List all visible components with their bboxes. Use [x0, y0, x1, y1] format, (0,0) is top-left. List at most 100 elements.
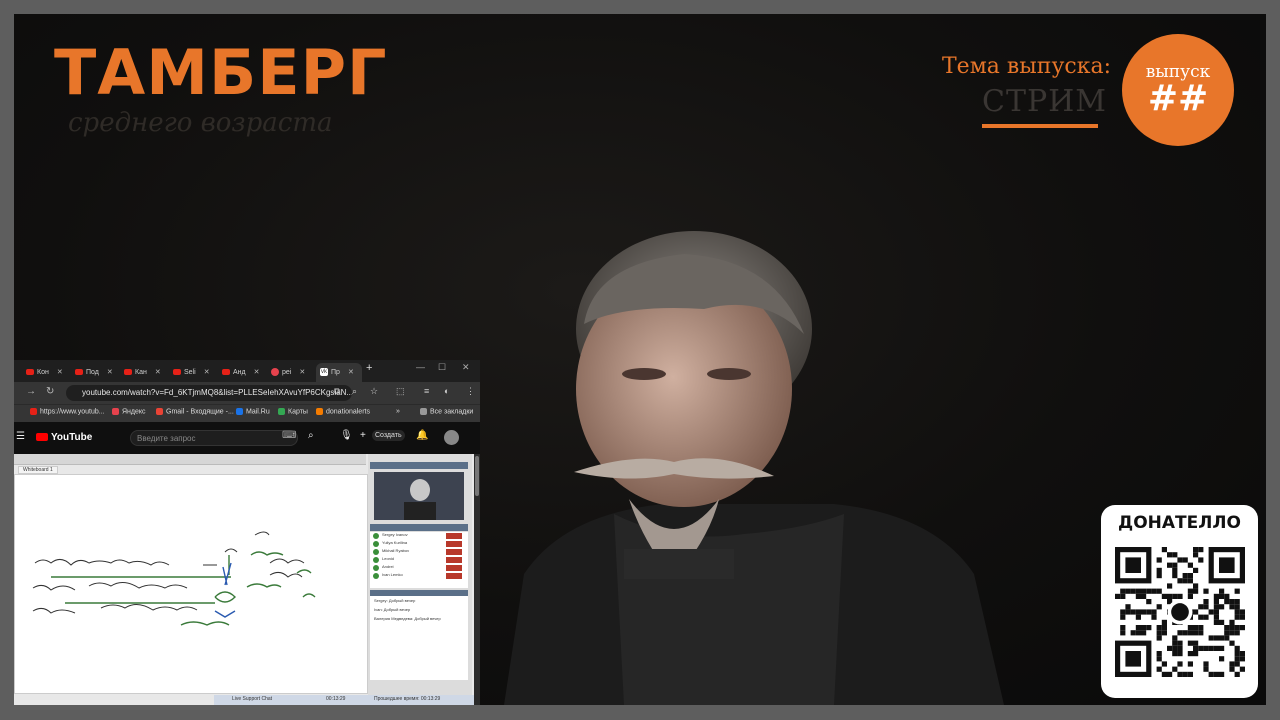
tab-4[interactable]: Seli ✕: [169, 363, 215, 382]
webinar-video-thumbnail: [374, 472, 464, 520]
user-controls-icon[interactable]: [446, 549, 462, 555]
bookmark-mailru[interactable]: Mail.Ru: [236, 408, 270, 415]
reload-icon[interactable]: ↻: [46, 386, 54, 397]
search-icon[interactable]: ⌕: [308, 430, 314, 441]
bookmark-label: Яндекс: [122, 408, 146, 416]
more-bookmarks-icon[interactable]: »: [396, 408, 400, 415]
yandex-icon: [271, 368, 279, 377]
user-controls-icon[interactable]: [446, 573, 462, 579]
list-item[interactable]: Ivan Lemko: [370, 572, 468, 580]
youtube-search-input[interactable]: Введите запрос: [130, 430, 298, 446]
browser-window: Кон ✕ Под ✕ Кан ✕ Seli ✕ Анд ✕ pei ✕ vk Пр ✕ + —…: [14, 360, 480, 705]
user-controls-icon[interactable]: [446, 557, 462, 563]
webinar-status-bar: Live Support Chat 00:13:29 Прошедшее вре…: [214, 695, 480, 705]
keyboard-icon[interactable]: ⌨: [282, 430, 296, 441]
user-name: Sergey Ivanov: [382, 532, 408, 537]
tab-label: Кон: [37, 369, 49, 376]
youtube-icon: [173, 369, 181, 376]
forward-icon[interactable]: →: [26, 386, 36, 397]
list-item[interactable]: Sergey Ivanov: [370, 532, 468, 540]
tab-7-active[interactable]: vk Пр ✕: [316, 363, 362, 382]
plus-icon[interactable]: +: [360, 430, 366, 441]
bookmark-maps[interactable]: Карты: [278, 408, 308, 415]
tab-2[interactable]: Под ✕: [71, 363, 117, 382]
brand-subtitle: среднего возраста: [68, 108, 333, 138]
bookmarks-bar: https://www.youtub... Яндекс Gmail - Вхо…: [14, 404, 480, 423]
notifications-icon[interactable]: 🔔: [416, 430, 428, 441]
bookmark-gmail[interactable]: Gmail - Входящие -...: [156, 408, 234, 415]
list-item[interactable]: Yuliya Kurilina: [370, 540, 468, 548]
media-icon[interactable]: ≡: [424, 386, 429, 396]
folder-icon: [420, 408, 427, 415]
donate-qr-code[interactable]: [1115, 547, 1245, 677]
bookmark-label: donationalerts: [326, 408, 370, 416]
close-icon[interactable]: ✕: [57, 369, 63, 376]
close-icon[interactable]: ✕: [204, 369, 210, 376]
user-controls-icon[interactable]: [446, 533, 462, 539]
close-icon[interactable]: ✕: [348, 369, 354, 376]
bookmark-label: Gmail - Входящие -...: [166, 408, 234, 416]
youtube-icon: [36, 433, 48, 442]
extensions-icon[interactable]: ⬚: [396, 386, 405, 397]
profile-icon[interactable]: ◐: [444, 386, 449, 396]
user-controls-icon[interactable]: [446, 541, 462, 547]
support-chat-link[interactable]: Live Support Chat: [232, 696, 272, 702]
url-field[interactable]: youtube.com/watch?v=Fd_6KTjmMQ8&list=PLL…: [66, 385, 352, 401]
user-controls-icon[interactable]: [446, 565, 462, 571]
bookmark-donationalerts[interactable]: donationalerts: [316, 408, 370, 415]
user-name: Andrei: [382, 564, 394, 569]
donate-card: ДОНАТЕЛЛО: [1101, 505, 1258, 698]
stream-canvas: ТАМБЕРГ среднего возраста Тема выпуска: …: [14, 14, 1266, 705]
maximize-icon[interactable]: ☐: [438, 362, 446, 373]
list-item[interactable]: Mikhail Ryabov: [370, 548, 468, 556]
attendee-list: Sergey Ivanov Yuliya Kurilina Mikhail Ry…: [370, 532, 468, 588]
list-item[interactable]: Leonid: [370, 556, 468, 564]
list-item[interactable]: Andrei: [370, 564, 468, 572]
timer: 00:13:29: [326, 696, 346, 702]
user-name: Ivan Lemko: [382, 572, 403, 577]
tab-6[interactable]: pei ✕: [267, 363, 313, 382]
tab-label: Анд: [233, 369, 246, 376]
episode-number: ##: [1147, 78, 1209, 119]
create-button[interactable]: Создать: [372, 430, 405, 441]
bookmark-star-icon[interactable]: ☆: [370, 386, 378, 397]
brand-title: ТАМБЕРГ: [54, 36, 388, 109]
avatar[interactable]: [444, 430, 459, 445]
hamburger-menu-icon[interactable]: ☰: [16, 431, 25, 442]
microphone-icon[interactable]: 🎙: [340, 430, 353, 441]
menu-icon[interactable]: ⋮: [466, 386, 475, 397]
tab-5[interactable]: Анд ✕: [218, 363, 264, 382]
close-icon[interactable]: ✕: [299, 369, 305, 376]
close-icon[interactable]: ✕: [107, 369, 113, 376]
window-close-icon[interactable]: ✕: [462, 362, 470, 373]
video-panel-header: [370, 462, 468, 469]
elapsed-time: Прошедшее время: 00:13:29: [374, 696, 441, 702]
scrollbar-thumb[interactable]: [475, 456, 479, 496]
youtube-icon: [124, 369, 132, 376]
close-icon[interactable]: ✕: [155, 369, 161, 376]
whiteboard-tab[interactable]: Whiteboard 1: [18, 466, 58, 474]
users-panel-header: [370, 524, 468, 531]
chat-message: Sergey: Добрый вечер: [374, 598, 416, 603]
donationalerts-icon: [316, 408, 323, 415]
new-tab-icon[interactable]: +: [366, 362, 372, 374]
tab-label: Кан: [135, 369, 147, 376]
mailru-icon: [236, 408, 243, 415]
whiteboard-toolbar: [14, 454, 366, 465]
all-bookmarks[interactable]: Все закладки: [420, 408, 473, 415]
webinar-sidebar: Sergey Ivanov Yuliya Kurilina Mikhail Ry…: [368, 454, 472, 705]
page-scrollbar[interactable]: [474, 454, 480, 705]
close-icon[interactable]: ✕: [254, 369, 260, 376]
chat-message: Ivan: Добрый вечер: [374, 607, 411, 612]
minimize-icon[interactable]: —: [416, 362, 425, 372]
tab-1[interactable]: Кон ✕: [22, 363, 68, 382]
yandex-icon: [112, 408, 119, 415]
presenter-video: [504, 231, 1004, 705]
install-icon[interactable]: ⧉: [334, 386, 340, 397]
youtube-logo[interactable]: YouTube: [36, 432, 92, 443]
zoom-icon[interactable]: ⌕: [352, 386, 357, 397]
tab-3[interactable]: Кан ✕: [120, 363, 166, 382]
bookmark-youtube[interactable]: https://www.youtub...: [30, 408, 105, 415]
bookmark-yandex[interactable]: Яндекс: [112, 408, 146, 415]
youtube-icon: [75, 369, 83, 376]
